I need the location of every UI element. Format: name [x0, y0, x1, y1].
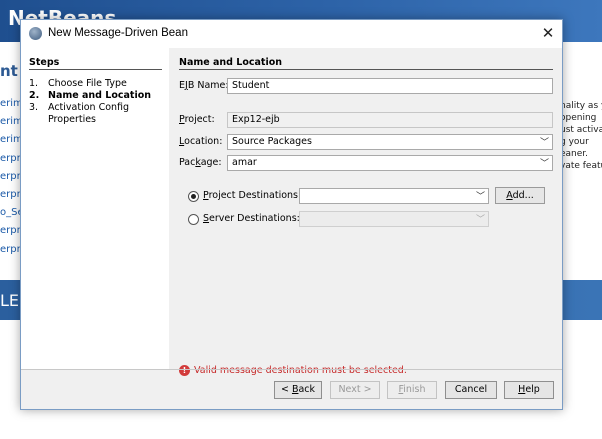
background-text-line: ust activa: [560, 125, 602, 135]
bean-icon: [29, 27, 42, 40]
project-destinations-radio[interactable]: [188, 191, 199, 202]
step-choose-file-type: 1. Choose File Type: [29, 78, 127, 89]
add-destination-button[interactable]: Add...: [495, 187, 545, 204]
ejb-name-input[interactable]: Student: [227, 78, 553, 94]
step-activation-config: 3. Activation Config: [29, 102, 130, 113]
project-destinations-select[interactable]: ﹀: [299, 188, 489, 204]
background-right-text: nality as y opening ust activa g your ea…: [560, 100, 602, 172]
background-text-line: opening: [560, 113, 597, 123]
server-destinations-radio[interactable]: [188, 214, 199, 225]
background-stripe-text: LE: [0, 291, 20, 310]
chevron-down-icon: ﹀: [475, 192, 485, 202]
chevron-down-icon: ﹀: [539, 138, 549, 148]
close-button[interactable]: ✕: [539, 24, 557, 42]
location-select[interactable]: Source Packages ﹀: [227, 134, 553, 150]
divider: [21, 369, 562, 370]
dialog-title: New Message-Driven Bean: [48, 27, 188, 39]
error-message: Valid message destination must be select…: [194, 365, 407, 376]
project-destinations-label[interactable]: Project Destinations:: [203, 190, 301, 201]
back-button[interactable]: < Back: [274, 381, 322, 399]
cancel-button[interactable]: Cancel: [445, 381, 497, 399]
help-button[interactable]: Help: [504, 381, 554, 399]
ejb-name-label: EJB Name:: [179, 80, 229, 91]
steps-panel: Steps 1. Choose File Type 2. Name and Loca…: [21, 48, 169, 369]
divider: [179, 69, 553, 70]
background-text-line: nality as y: [560, 101, 602, 111]
step-name-and-location: 2. Name and Location: [29, 90, 152, 101]
package-select[interactable]: amar ﹀: [227, 155, 553, 171]
next-button[interactable]: Next >: [330, 381, 380, 399]
package-label: Package:: [179, 157, 222, 168]
background-text-line: g your: [560, 137, 589, 147]
finish-button[interactable]: Finish: [387, 381, 437, 399]
error-icon: !: [179, 365, 190, 376]
name-and-location-panel: Name and Location EJB Name: Student Proj…: [169, 48, 562, 376]
server-destinations-label[interactable]: Server Destinations:: [203, 213, 300, 224]
dialog-titlebar[interactable]: New Message-Driven Bean ✕: [21, 20, 562, 48]
location-label: Location:: [179, 136, 223, 147]
steps-title: Steps: [29, 57, 60, 68]
section-title: Name and Location: [179, 57, 283, 68]
chevron-down-icon: ﹀: [539, 159, 549, 169]
project-field: Exp12-ejb: [227, 112, 553, 128]
chevron-down-icon: ﹀: [475, 215, 485, 225]
new-message-driven-bean-dialog: New Message-Driven Bean ✕ Steps 1. Choose…: [20, 19, 563, 410]
step-activation-config-cont: Properties: [48, 114, 97, 125]
project-label: Project:: [179, 114, 215, 125]
divider: [29, 69, 162, 70]
server-destinations-select: ﹀: [299, 211, 489, 227]
background-text-line: vate featu: [560, 161, 602, 171]
background-text-line: eaner.: [560, 149, 589, 159]
